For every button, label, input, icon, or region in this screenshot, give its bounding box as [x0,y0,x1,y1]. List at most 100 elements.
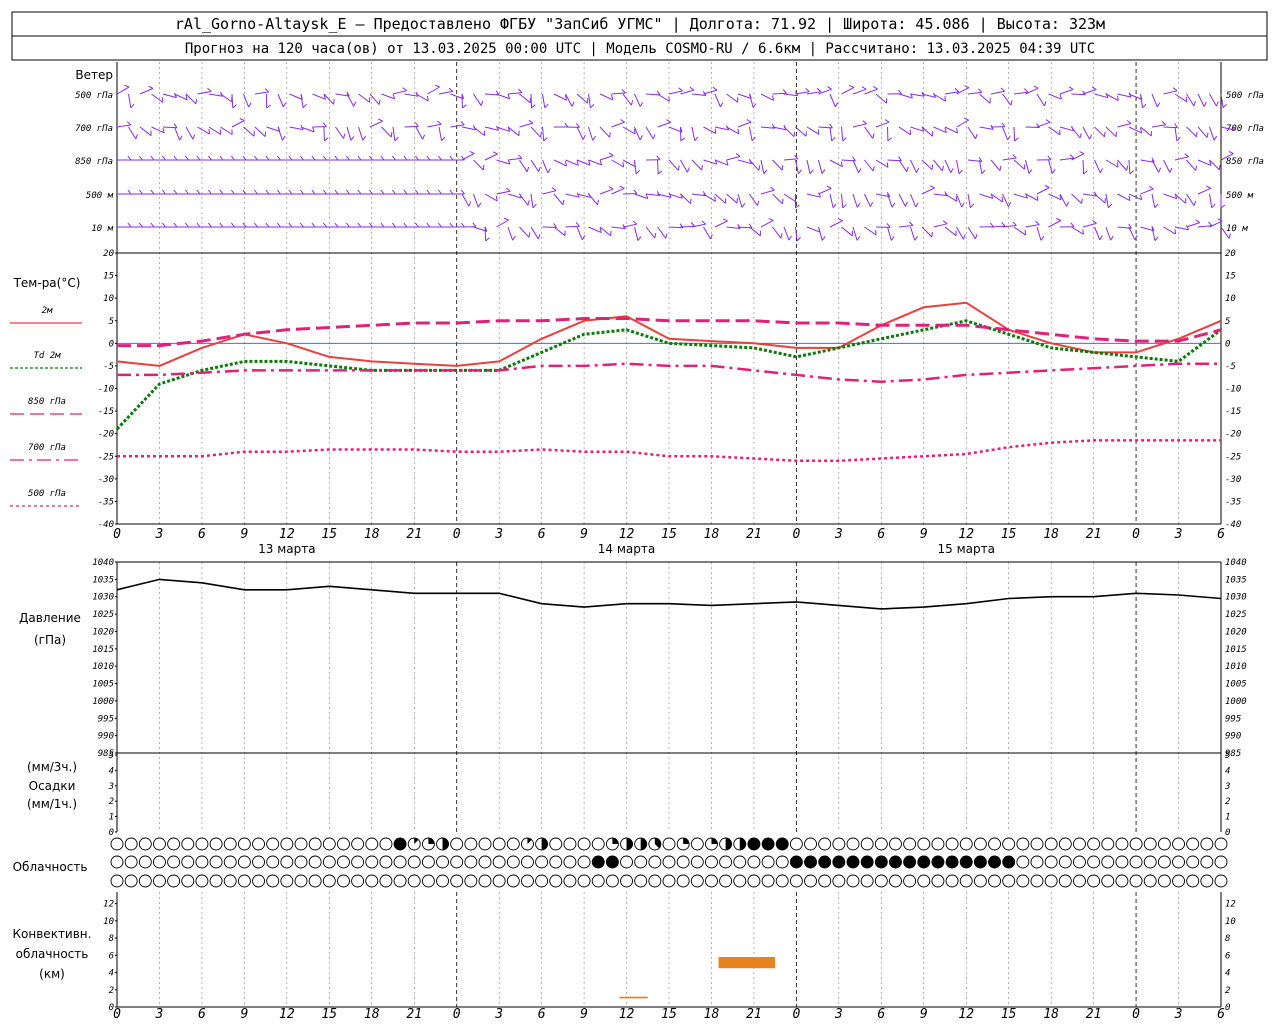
precip-ytick-right: 5 [1225,751,1230,761]
cloud-circle [379,855,393,869]
wind-barb-flag [1161,121,1167,126]
cloud-circle [167,855,181,869]
day-label-1: 14 марта [598,542,655,556]
wind-barb-flag [527,200,530,206]
wind-barb [588,93,591,108]
wind-barb [151,93,163,103]
wind-barb [1048,159,1053,174]
wind-barb-flag [1148,185,1154,190]
x-tick-label: 9 [240,527,248,542]
wind-barb-flag [343,133,346,139]
wind-barb-flag [1195,165,1198,171]
wind-barb [1002,193,1009,207]
cloud-circle [860,874,874,888]
cloud-circle [308,837,322,851]
wind-barb-flag [1213,135,1218,141]
wind-barb-flag [955,196,958,202]
wind-barb-flag [1206,132,1209,138]
wind-barb-flag [849,84,855,88]
wind-barb [1174,126,1178,141]
wind-barb [553,159,567,167]
cloud-circle [1044,855,1058,869]
wind-barb-flag [657,170,663,175]
x-tick-label: 9 [580,1007,588,1022]
wind-level-4-right: 500 м [1226,191,1254,201]
pres-ytick-right: 1015 [1225,645,1247,655]
pres-ytick-left: 1000 [92,697,114,707]
x-tick-label: 15 [661,1007,677,1022]
wind-barb-flag [192,134,196,140]
wind-barb-flag [403,189,408,195]
conv-ytick-left: 2 [109,986,114,996]
cloud-circle [1200,837,1214,851]
wind-barb [967,226,976,240]
wind-barb-flag [528,232,531,238]
cloud-circle [832,837,846,851]
x-tick-label: 6 [877,1007,885,1022]
cloud-circle [223,874,237,888]
wind-barb [599,188,614,195]
temp-ytick-left: -40 [98,520,114,530]
x-tick-label: 12 [619,527,635,542]
cloud-circle [167,837,181,851]
wind-barb-flag [735,153,741,157]
x-tick-label: 21 [406,527,422,542]
cloud-circle [421,874,435,888]
temp-ytick-right: 15 [1225,272,1236,282]
cloud-circle [365,855,379,869]
wind-barb-flag [1107,203,1113,209]
cloud-circle [1044,874,1058,888]
precip-ytick-left: 4 [109,766,114,776]
conv-ytick-right: 4 [1225,969,1230,979]
conv-ytick-right: 0 [1225,1003,1230,1013]
day-label-0: 13 марта [258,542,315,556]
wind-barb-flag [1142,103,1147,109]
cloud-circle [676,874,690,888]
x-tick-label: 6 [1217,1007,1225,1022]
wind-barb-flag [323,155,327,161]
x-tick-label: 18 [704,527,720,542]
wind-barb-flag [1193,200,1197,206]
wind-barb [220,93,233,103]
wind-barb-flag [449,155,454,161]
wind-barb-flag [654,232,657,239]
conv-ytick-left: 8 [109,934,114,944]
wind-barb [703,89,718,95]
cloud-circle [591,874,605,888]
wind-barb-flag [538,166,541,172]
cloud-circle [719,855,733,869]
cloud-circle [804,874,817,888]
wind-barb [852,159,860,174]
wind-barb [852,193,858,208]
header-line2: Прогноз на 120 часа(ов) от 13.03.2025 00… [185,41,1095,57]
wind-barb-flag [1110,235,1114,241]
wind-barb [841,193,844,208]
wind-barb-flag [816,87,822,93]
cloud-circle [1186,855,1200,869]
cloud-circle [690,874,704,888]
cloud-circle [577,874,591,888]
wind-barb-flag [1154,203,1159,209]
x-tick-label: 3 [1174,527,1183,542]
cloud-circle [294,837,308,851]
wind-barb [1105,159,1119,168]
cloud-circle [1115,855,1129,869]
wind-barb-flag [518,154,523,159]
wind-barb-flag [281,135,286,141]
wind-barb [864,88,878,95]
wind-barb [829,193,834,208]
cloud-circle [917,837,931,851]
cloud-circle [521,855,534,869]
wind-barb [185,126,194,140]
cloud-circle [195,874,209,888]
wind-barb-flag [1222,103,1227,109]
wind-barb [898,159,908,172]
wind-barb-flag [904,201,908,207]
wind-barb-flag [768,217,774,221]
wind-barb-flag [311,189,316,195]
wind-barb-flag [1044,185,1050,188]
wind-barb [749,159,760,171]
wind-barb [691,126,696,141]
wind-barb-flag [1211,203,1216,209]
x-tick-label: 3 [834,527,843,542]
